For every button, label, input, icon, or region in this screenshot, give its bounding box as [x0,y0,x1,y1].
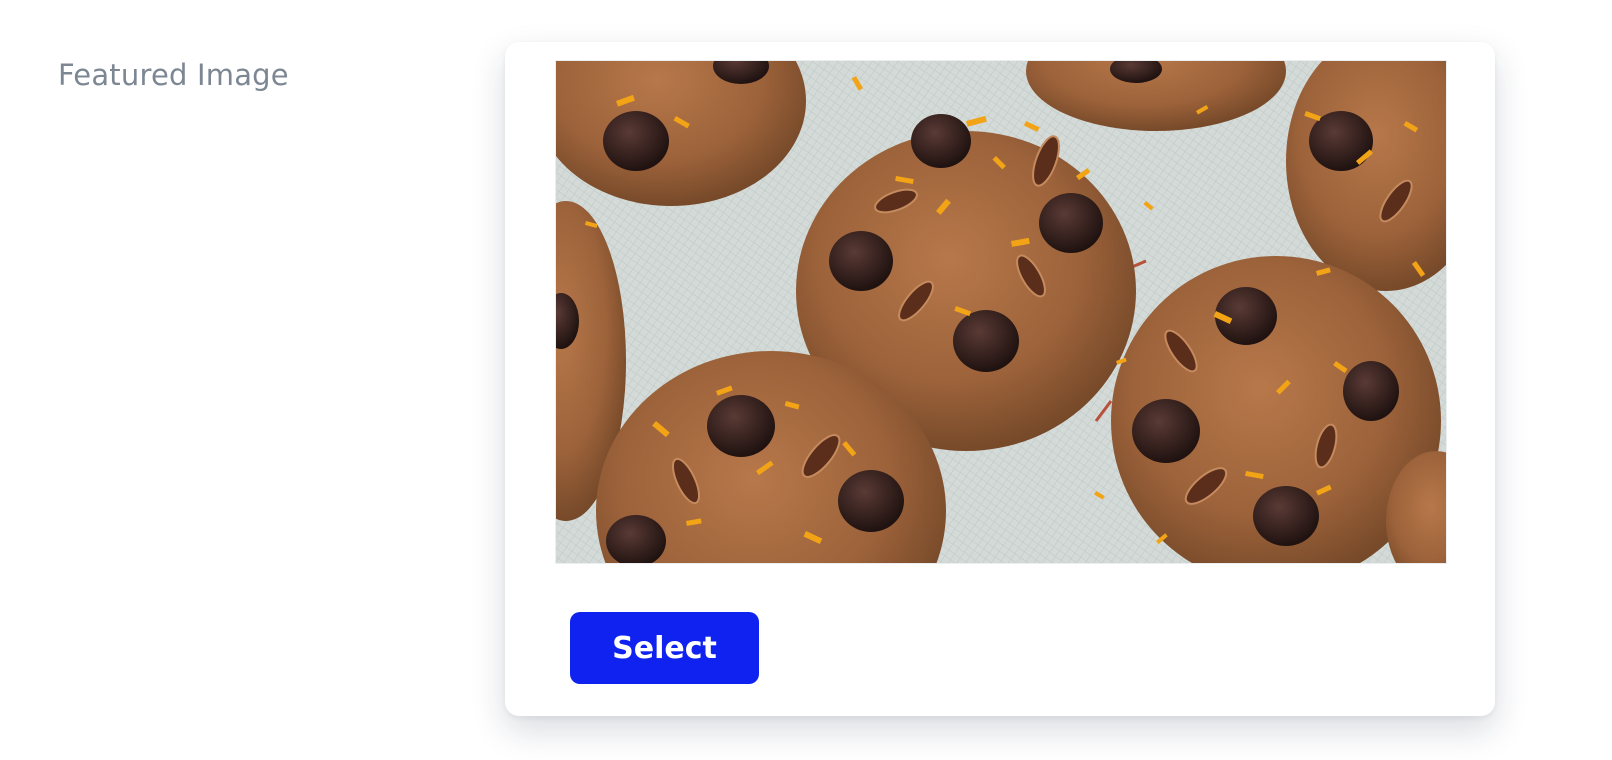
cookies-photo [556,61,1446,563]
select-image-button[interactable]: Select [570,612,759,684]
image-picker-card: Select [505,42,1495,716]
field-label: Featured Image [58,58,289,92]
featured-image-field: Featured Image Select [0,0,1612,760]
featured-image-preview [555,60,1447,564]
